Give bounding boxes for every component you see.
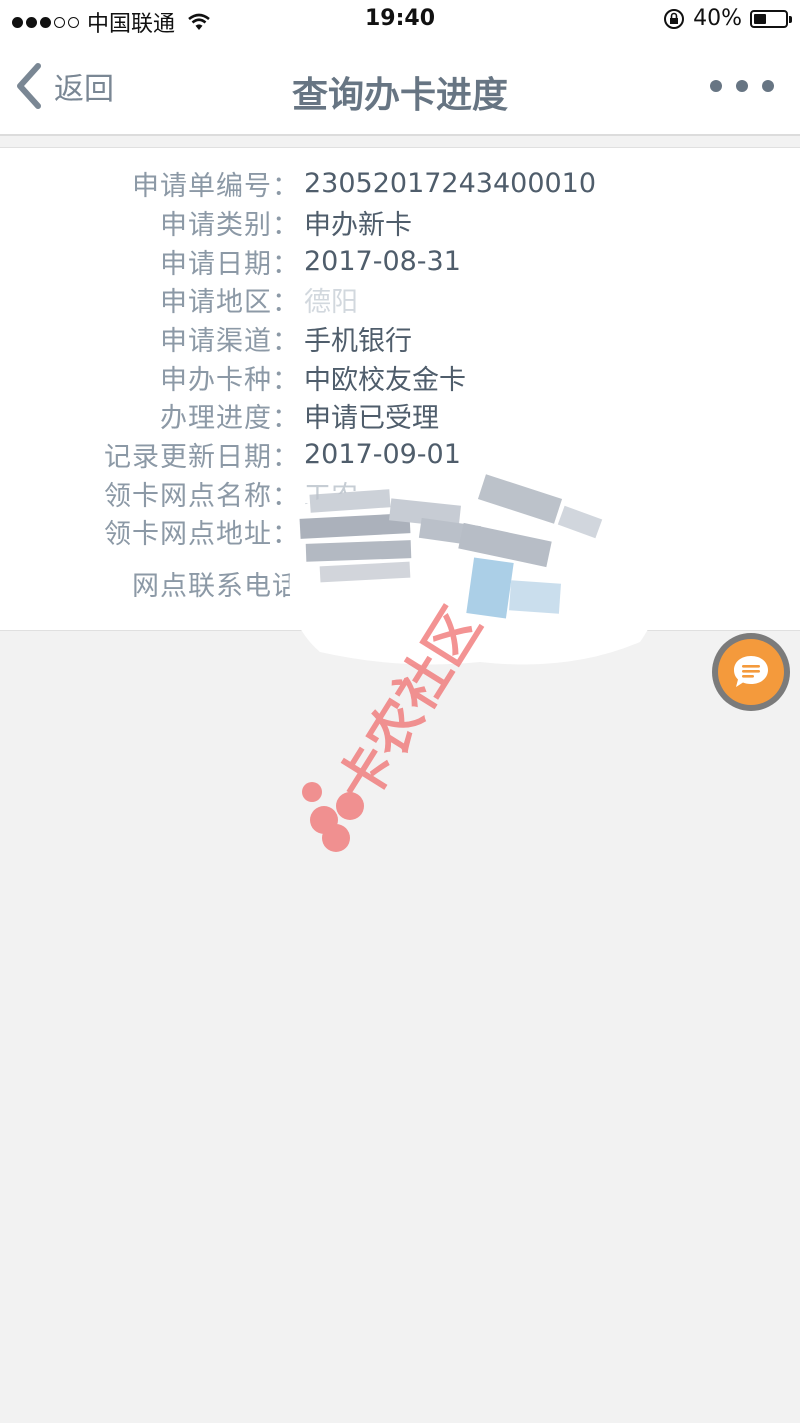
more-button[interactable] — [710, 80, 774, 92]
detail-value: 2017-09-01 — [304, 438, 461, 470]
detail-label: 办理进度： — [160, 402, 300, 434]
chat-bubble-icon — [734, 656, 768, 687]
detail-row-application-date: 申请日期： 2017-08-31 — [0, 242, 800, 280]
detail-value: 申办新卡 — [304, 209, 412, 241]
page-title: 查询办卡进度 — [291, 75, 508, 116]
chat-button[interactable] — [712, 633, 790, 711]
battery-percent: 40% — [693, 6, 742, 31]
detail-row-application-region: 申请地区： 德阳 — [0, 280, 800, 318]
detail-label: 申请类别： — [160, 209, 300, 241]
detail-label: 申办卡种： — [160, 364, 300, 396]
detail-label: 申请日期： — [160, 248, 300, 280]
watermark-text: 卡农社区 — [325, 597, 493, 814]
detail-label: 领卡网点名称： — [104, 480, 300, 512]
detail-label: 领卡网点地址： — [104, 518, 300, 550]
detail-value: 中欧校友金卡 — [304, 364, 466, 396]
chat-button-inner — [718, 639, 784, 705]
detail-value: 申请已受理 — [304, 402, 439, 434]
status-bar: 中国联通 19:40 40% — [0, 0, 800, 40]
more-dot-icon — [736, 80, 748, 92]
detail-label: 网点联系电话 — [132, 570, 300, 602]
battery-fill — [754, 13, 766, 24]
detail-value: 23052017243400010 — [304, 167, 597, 199]
detail-row-update-date: 记录更新日期： 2017-09-01 — [0, 435, 800, 473]
watermark: 卡农社区 — [302, 597, 493, 852]
detail-row-progress: 办理进度： 申请已受理 — [0, 396, 800, 434]
detail-label: 申请地区： — [160, 286, 300, 318]
detail-label: 申请渠道： — [160, 325, 300, 357]
rotation-lock-icon — [664, 8, 685, 29]
detail-row-application-number: 申请单编号： 23052017243400010 — [0, 164, 800, 202]
nav-bar: 返回 查询办卡进度 — [0, 40, 800, 136]
detail-value: 德阳 — [304, 286, 358, 318]
detail-value: 2017-08-31 — [304, 245, 461, 277]
detail-label: 记录更新日期： — [104, 441, 300, 473]
detail-row-application-channel: 申请渠道： 手机银行 — [0, 319, 800, 357]
more-dot-icon — [710, 80, 722, 92]
detail-value: 手机银行 — [304, 325, 412, 357]
detail-row-application-type: 申请类别： 申办新卡 — [0, 203, 800, 241]
status-right: 40% — [663, 6, 792, 31]
detail-row-card-type: 申办卡种： 中欧校友金卡 — [0, 358, 800, 396]
more-dot-icon — [762, 80, 774, 92]
battery-icon — [750, 9, 792, 28]
detail-label: 申请单编号： — [132, 170, 300, 202]
